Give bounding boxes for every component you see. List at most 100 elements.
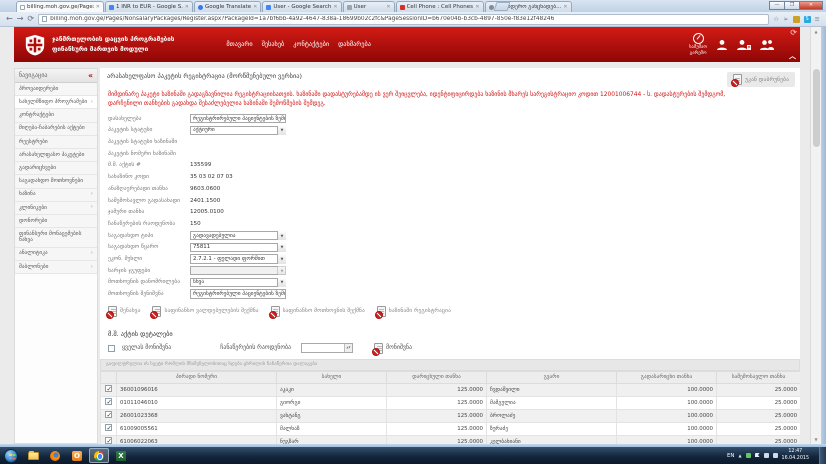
taskbar-clock[interactable]: 12:47 16.04.2015 <box>782 449 809 462</box>
select-field[interactable]: სხვა ▼ <box>190 278 286 288</box>
close-button[interactable]: ✕ <box>799 1 823 10</box>
sidebar-item[interactable]: არასახელფასო პაკეტები › <box>15 149 97 162</box>
sidebar-item[interactable]: კონტრაქტები › <box>15 109 97 122</box>
column-header[interactable]: სახელი <box>277 371 387 383</box>
menu-icon[interactable]: ≡ <box>815 16 820 23</box>
select-field[interactable]: აქტიური ▼ <box>190 126 286 136</box>
sidebar-item[interactable]: შაბლონები › <box>15 261 97 274</box>
tab-close-icon[interactable]: ✕ <box>253 4 257 10</box>
sidebar-item[interactable]: მიღება-ჩაბარების აქტები › <box>15 123 97 136</box>
tab-close-icon[interactable]: ✕ <box>96 4 100 10</box>
sidebar-item[interactable]: ანალიტიკა › <box>15 248 97 261</box>
work-environment[interactable]: სამუშაო გარემო <box>689 33 707 57</box>
taskbar-chrome-icon[interactable] <box>89 448 109 463</box>
column-header[interactable]: დარიცხული თანხა <box>387 371 487 383</box>
sidebar-item[interactable]: გადარიცხვები › <box>15 162 97 175</box>
row-checkbox[interactable] <box>105 424 112 431</box>
row-checkbox[interactable] <box>105 437 112 444</box>
text-input[interactable]: რეგისტრირებული პაციენტების ზემო <box>190 289 286 299</box>
sidebar-item[interactable]: რეესტრები › <box>15 136 97 149</box>
reload-icon[interactable]: ⟳ <box>27 15 34 23</box>
sidebar-item[interactable]: პროვაიდერები › <box>15 83 97 96</box>
browser-tab[interactable]: 1 INR to EUR - Google S... ✕ <box>105 1 193 12</box>
user-icon[interactable] <box>716 39 728 51</box>
browser-tab[interactable]: User - Google Search ✕ <box>262 1 341 12</box>
chevron-down-icon[interactable]: ▼ <box>277 254 286 264</box>
chevron-down-icon[interactable]: ▼ <box>277 126 286 136</box>
column-header[interactable]: გვარი <box>487 371 617 383</box>
browser-tab[interactable]: Google Translate ✕ <box>194 1 261 12</box>
chevron-down-icon[interactable]: ▼ <box>277 266 286 276</box>
taskbar-explorer-icon[interactable] <box>23 448 43 463</box>
extension-icon[interactable] <box>793 16 800 23</box>
select-field[interactable]: ▼ <box>190 266 286 276</box>
tab-close-icon[interactable]: ✕ <box>333 4 337 10</box>
tray-expand-icon[interactable]: ▲ <box>738 453 741 458</box>
sidebar-item[interactable]: ფინანსური მონაცემების ნახვა › <box>15 228 97 248</box>
sidebar-item[interactable]: დონორები › <box>15 215 97 228</box>
tab-close-icon[interactable]: ✕ <box>185 4 189 10</box>
mark-button[interactable]: მონიშვნა <box>386 345 412 351</box>
maximize-button[interactable]: ❐ <box>784 1 800 10</box>
column-header[interactable]: პირადი ნომერი <box>117 371 277 383</box>
browser-tab[interactable]: User ✕ <box>343 1 395 12</box>
select-all-checkbox[interactable] <box>108 345 115 352</box>
taskbar-excel-icon[interactable]: X <box>111 448 131 463</box>
sidebar-item[interactable]: ხაზინა › <box>15 189 97 202</box>
tab-close-icon[interactable]: ✕ <box>563 4 567 10</box>
header-nav-link[interactable]: კონტაქტები <box>293 41 329 48</box>
select-field[interactable]: გადავადებულია ▼ <box>190 231 286 241</box>
sidebar-item[interactable]: სახელმწიფო პროგრამები › <box>15 96 97 109</box>
tray-status-icon[interactable] <box>746 453 751 458</box>
chevron-down-icon[interactable]: ▼ <box>277 278 286 288</box>
scroll-down-icon[interactable]: ▼ <box>811 435 821 444</box>
chevron-down-icon[interactable]: ▼ <box>277 243 286 253</box>
column-header[interactable]: გადასარიცხი თანხა <box>617 371 717 383</box>
chevron-down-icon[interactable]: ▼ <box>277 231 286 241</box>
address-bar[interactable]: billing.moh.gov.ge/Pages/NonsalaryPackag… <box>38 14 769 25</box>
back-icon[interactable]: ← <box>6 15 13 23</box>
header-nav-link[interactable]: მთავარი <box>226 41 252 48</box>
action-button[interactable]: საფინანსო ვალდებულების შექმნა <box>152 306 258 317</box>
volume-icon[interactable] <box>773 453 778 458</box>
collapse-header-icon[interactable]: ︿ <box>789 51 796 61</box>
sidebar-collapse-icon[interactable]: « <box>88 72 93 80</box>
network-icon[interactable] <box>764 453 769 458</box>
action-button[interactable]: ხაზინაში რეგისტრაცია <box>377 306 451 317</box>
action-button[interactable]: შენახვა <box>108 306 140 317</box>
skype-extension-icon[interactable]: S <box>804 16 811 23</box>
back-to-list-button[interactable]: უკან დაბრუნება <box>727 72 795 87</box>
browser-tab[interactable]: billing.moh.gov.ge/Page: ✕ <box>16 1 104 12</box>
scrollbar-thumb[interactable] <box>813 69 820 147</box>
taskbar-firefox-icon[interactable] <box>45 448 65 463</box>
forward-icon[interactable]: → <box>17 15 24 23</box>
select-field[interactable]: 2.7.2.1 - ფულადი ფორმით ▼ <box>190 254 286 264</box>
text-input[interactable]: რეგისტრირებული პაციენტების ზემო <box>190 114 286 124</box>
bookmark-star-icon[interactable]: ☆ <box>773 16 779 23</box>
browser-tab[interactable]: Cell Phone : Cell Phones : ✕ <box>396 1 484 12</box>
column-header[interactable]: საშემოსავლო თანხა <box>717 371 801 383</box>
count-spinner-input[interactable] <box>301 343 353 353</box>
user-group-icon[interactable] <box>760 39 774 51</box>
tab-close-icon[interactable]: ✕ <box>475 4 479 10</box>
select-field[interactable]: 75811 ▼ <box>190 243 286 253</box>
taskbar-outlook-icon[interactable]: O <box>67 448 87 463</box>
language-indicator[interactable]: EN <box>727 453 734 459</box>
user-list-icon[interactable] <box>737 39 751 51</box>
vertical-scrollbar[interactable]: ▲ ▼ <box>810 27 821 444</box>
send-extension-icon[interactable]: ➢ <box>783 16 788 23</box>
row-checkbox[interactable] <box>105 385 112 392</box>
minimize-button[interactable]: — <box>769 1 785 10</box>
new-tab-button[interactable] <box>494 2 511 11</box>
row-checkbox[interactable] <box>105 398 112 405</box>
show-desktop-button[interactable] <box>819 447 826 464</box>
start-button[interactable] <box>4 449 18 463</box>
tab-close-icon[interactable]: ✕ <box>386 4 390 10</box>
sidebar-item[interactable]: საგადახდო მოთხოვნები › <box>15 175 97 188</box>
refresh-icon[interactable]: ⟳ <box>790 28 797 37</box>
scroll-up-icon[interactable]: ▲ <box>811 27 821 36</box>
action-center-flag-icon[interactable] <box>755 453 760 458</box>
action-button[interactable]: საფინანსო მოთხოვნის შექმნა <box>271 306 365 317</box>
row-checkbox[interactable] <box>105 411 112 418</box>
header-nav-link[interactable]: დახმარება <box>338 41 371 48</box>
